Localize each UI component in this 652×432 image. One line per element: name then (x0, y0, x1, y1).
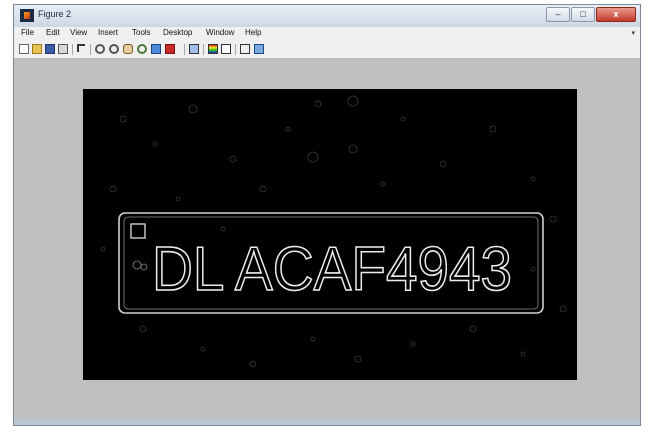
figure-axes[interactable]: DL ACAF4943 (83, 89, 577, 380)
menu-desktop[interactable]: Desktop (163, 28, 192, 37)
maximize-button[interactable]: □ (571, 7, 595, 22)
insert-legend-icon[interactable] (221, 44, 231, 54)
menu-window[interactable]: Window (206, 28, 234, 37)
close-icon: x (613, 9, 619, 19)
plate-bolt-edge (132, 260, 142, 270)
window-title: Figure 2 (38, 9, 72, 19)
menu-insert[interactable]: Insert (98, 28, 118, 37)
save-icon[interactable] (45, 44, 55, 54)
menu-file[interactable]: File (21, 28, 34, 37)
hide-plot-tools-icon[interactable] (240, 44, 250, 54)
edge-noise (100, 95, 567, 368)
print-icon[interactable] (58, 44, 68, 54)
toolbar-separator (203, 44, 204, 55)
menubar-chevron-down-icon[interactable]: ▾ (631, 29, 635, 37)
matlab-icon (20, 9, 34, 22)
menu-edit[interactable]: Edit (46, 28, 60, 37)
insert-colorbar-icon[interactable] (208, 44, 218, 54)
maximize-icon: □ (580, 9, 586, 19)
show-plot-tools-icon[interactable] (254, 44, 264, 54)
figure-window: Figure 2 – □ x File Edit View Insert Too… (13, 4, 641, 426)
new-figure-icon[interactable] (19, 44, 29, 54)
window-controls: – □ x (545, 7, 636, 24)
zoom-out-icon[interactable] (109, 44, 119, 54)
toolbar-separator (90, 44, 91, 55)
menu-view[interactable]: View (70, 28, 87, 37)
menu-bar: File Edit View Insert Tools Desktop Wind… (14, 27, 640, 41)
open-file-icon[interactable] (32, 44, 42, 54)
menu-tools[interactable]: Tools (132, 28, 151, 37)
edit-plot-icon[interactable] (77, 44, 85, 52)
toolbar-separator (184, 44, 185, 55)
toolbar-separator (72, 44, 73, 55)
title-bar[interactable]: Figure 2 – □ x (14, 5, 640, 28)
link-plot-icon[interactable] (189, 44, 199, 54)
plate-bolt-edge (140, 263, 148, 271)
data-cursor-icon[interactable] (151, 44, 161, 54)
figure-toolbar (14, 41, 640, 59)
zoom-in-icon[interactable] (95, 44, 105, 54)
close-button[interactable]: x (596, 7, 636, 22)
plate-mount-hole (130, 223, 146, 239)
rotate-3d-icon[interactable] (137, 44, 147, 54)
pan-icon[interactable] (123, 44, 133, 54)
brush-icon[interactable] (165, 44, 175, 54)
window-bottom-border (14, 419, 640, 425)
edge-detected-plate-image: DL ACAF4943 (100, 95, 567, 368)
plate-characters: DL ACAF4943 (152, 235, 512, 304)
toolbar-separator (235, 44, 236, 55)
minimize-icon: – (555, 9, 561, 19)
menu-help[interactable]: Help (245, 28, 261, 37)
minimize-button[interactable]: – (546, 7, 570, 22)
